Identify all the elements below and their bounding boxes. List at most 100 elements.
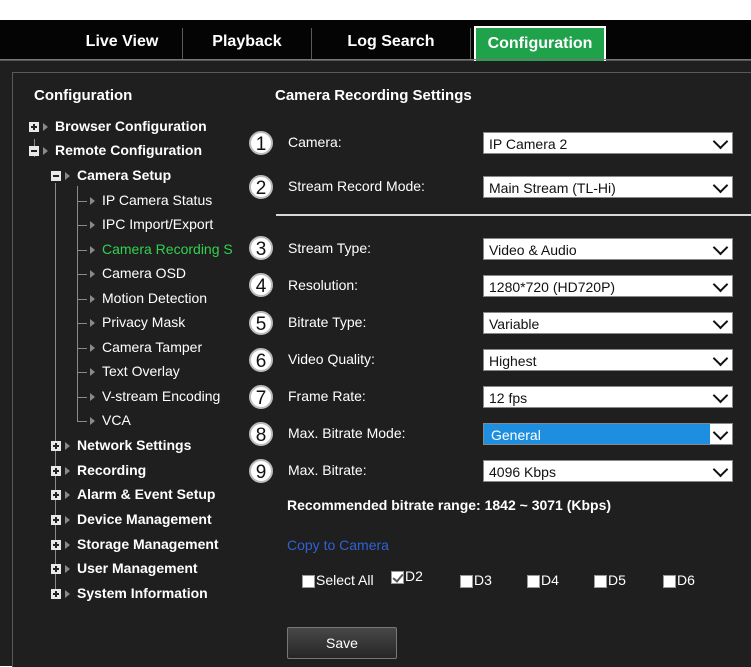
sidebar-item-v-stream-encoding[interactable]: V-stream Encoding xyxy=(77,384,220,408)
arrow-right-icon xyxy=(90,417,95,426)
arrow-right-icon xyxy=(90,246,95,255)
arrow-right-icon xyxy=(65,590,70,599)
app-window: Live View Playback Log Search Configurat… xyxy=(0,0,751,667)
copy-to-camera-label: Copy to Camera xyxy=(287,537,389,553)
callout-badge: 6 xyxy=(249,348,273,372)
expand-icon[interactable] xyxy=(51,466,61,477)
sidebar-item-camera-osd[interactable]: Camera OSD xyxy=(77,261,186,285)
arrow-right-icon xyxy=(90,344,95,353)
section-divider xyxy=(276,214,751,216)
video-quality-label: Video Quality: xyxy=(288,351,375,367)
bitrate-type-select[interactable]: Variable xyxy=(483,312,733,334)
resolution-label: Resolution: xyxy=(288,277,359,293)
sidebar-item-storage-management[interactable]: Storage Management xyxy=(51,532,219,556)
d2-checkbox[interactable]: D2 xyxy=(391,568,423,584)
max-bitrate-mode-select[interactable]: General xyxy=(483,423,733,445)
sidebar-item-camera-recording-settings[interactable]: Camera Recording S xyxy=(77,237,233,261)
sidebar-item-motion-detection[interactable]: Motion Detection xyxy=(77,286,207,310)
expand-icon[interactable] xyxy=(51,564,61,575)
d3-checkbox[interactable]: D3 xyxy=(460,572,492,588)
sidebar-item-device-management[interactable]: Device Management xyxy=(51,507,212,531)
d6-checkbox[interactable]: D6 xyxy=(663,572,695,588)
arrow-right-icon xyxy=(65,442,70,451)
callout-badge: 5 xyxy=(249,311,273,335)
arrow-right-icon xyxy=(90,221,95,230)
camera-select[interactable]: IP Camera 2 xyxy=(483,132,733,154)
arrow-right-icon xyxy=(90,295,95,304)
chevron-down-icon xyxy=(712,177,729,194)
checkbox-icon[interactable] xyxy=(302,574,315,588)
chevron-down-icon xyxy=(712,276,729,293)
expand-icon[interactable] xyxy=(51,441,61,452)
sidebar-item-privacy-mask[interactable]: Privacy Mask xyxy=(77,310,185,334)
d5-checkbox[interactable]: D5 xyxy=(594,572,626,588)
sidebar-item-browser-configuration[interactable]: Browser Configuration xyxy=(29,114,207,138)
sidebar-item-ipc-import-export[interactable]: IPC Import/Export xyxy=(77,212,213,236)
stream-record-mode-select[interactable]: Main Stream (TL-Hi) xyxy=(483,176,733,198)
select-all-checkbox[interactable]: Select All xyxy=(302,572,374,588)
sidebar-item-recording[interactable]: Recording xyxy=(51,458,146,482)
video-quality-select[interactable]: Highest xyxy=(483,349,733,371)
sidebar-item-ip-camera-status[interactable]: IP Camera Status xyxy=(77,188,212,212)
arrow-right-icon xyxy=(65,565,70,574)
callout-badge: 4 xyxy=(249,273,273,297)
arrow-right-icon xyxy=(65,467,70,476)
sidebar-item-camera-setup[interactable]: Camera Setup xyxy=(51,163,171,187)
sidebar-item-user-management[interactable]: User Management xyxy=(51,556,198,580)
callout-badge: 8 xyxy=(249,422,273,446)
sidebar-item-text-overlay[interactable]: Text Overlay xyxy=(77,359,180,383)
bitrate-type-label: Bitrate Type: xyxy=(288,314,367,330)
expand-icon[interactable] xyxy=(51,515,61,526)
tab-playback[interactable]: Playback xyxy=(183,28,312,60)
tab-live-view[interactable]: Live View xyxy=(62,28,183,60)
chevron-down-icon xyxy=(712,350,729,367)
checkbox-icon[interactable] xyxy=(663,574,676,588)
expand-icon[interactable] xyxy=(51,540,61,551)
arrow-right-icon xyxy=(65,172,70,181)
d4-checkbox[interactable]: D4 xyxy=(527,572,559,588)
callout-badge: 1 xyxy=(249,131,273,155)
tab-configuration[interactable]: Configuration xyxy=(474,26,606,62)
camera-label: Camera: xyxy=(288,134,342,150)
callout-badge: 9 xyxy=(249,459,273,483)
chevron-down-icon xyxy=(712,424,729,441)
top-nav-bar: Live View Playback Log Search Configurat… xyxy=(0,20,751,62)
sidebar-item-system-information[interactable]: System Information xyxy=(51,581,208,605)
expand-icon[interactable] xyxy=(51,589,61,600)
arrow-right-icon xyxy=(90,270,95,279)
chevron-down-icon xyxy=(712,133,729,150)
chevron-down-icon xyxy=(712,313,729,330)
max-bitrate-select[interactable]: 4096 Kbps xyxy=(483,460,733,482)
arrow-right-icon xyxy=(90,197,95,206)
sidebar-item-alarm-event-setup[interactable]: Alarm & Event Setup xyxy=(51,482,215,506)
arrow-right-icon xyxy=(65,516,70,525)
callout-badge: 7 xyxy=(249,385,273,409)
checkbox-icon[interactable] xyxy=(594,574,607,588)
collapse-icon[interactable] xyxy=(29,146,39,157)
sidebar-item-remote-configuration[interactable]: Remote Configuration xyxy=(29,138,202,162)
frame-rate-label: Frame Rate: xyxy=(288,388,366,404)
sidebar-title: Configuration xyxy=(34,87,133,104)
checkbox-checked-icon[interactable] xyxy=(391,570,404,584)
collapse-icon[interactable] xyxy=(51,171,61,182)
checkbox-icon[interactable] xyxy=(527,574,540,588)
arrow-right-icon xyxy=(65,541,70,550)
frame-rate-select[interactable]: 12 fps xyxy=(483,386,733,408)
stream-type-select[interactable]: Video & Audio xyxy=(483,238,733,260)
nav-divider xyxy=(0,59,751,60)
resolution-select[interactable]: 1280*720 (HD720P) xyxy=(483,275,733,297)
sidebar-item-camera-tamper[interactable]: Camera Tamper xyxy=(77,335,202,359)
tab-log-search[interactable]: Log Search xyxy=(312,28,471,60)
callout-badge: 2 xyxy=(249,175,273,199)
checkbox-icon[interactable] xyxy=(460,574,473,588)
save-button[interactable]: Save xyxy=(287,627,397,659)
sidebar-item-vca[interactable]: VCA xyxy=(77,408,131,432)
stream-type-label: Stream Type: xyxy=(288,240,372,256)
chevron-down-icon xyxy=(712,461,729,478)
expand-icon[interactable] xyxy=(29,122,39,133)
chevron-down-icon xyxy=(712,239,729,256)
expand-icon[interactable] xyxy=(51,490,61,501)
panel-title: Camera Recording Settings xyxy=(275,87,472,104)
callout-badge: 3 xyxy=(249,236,273,260)
sidebar-item-network-settings[interactable]: Network Settings xyxy=(51,433,191,457)
